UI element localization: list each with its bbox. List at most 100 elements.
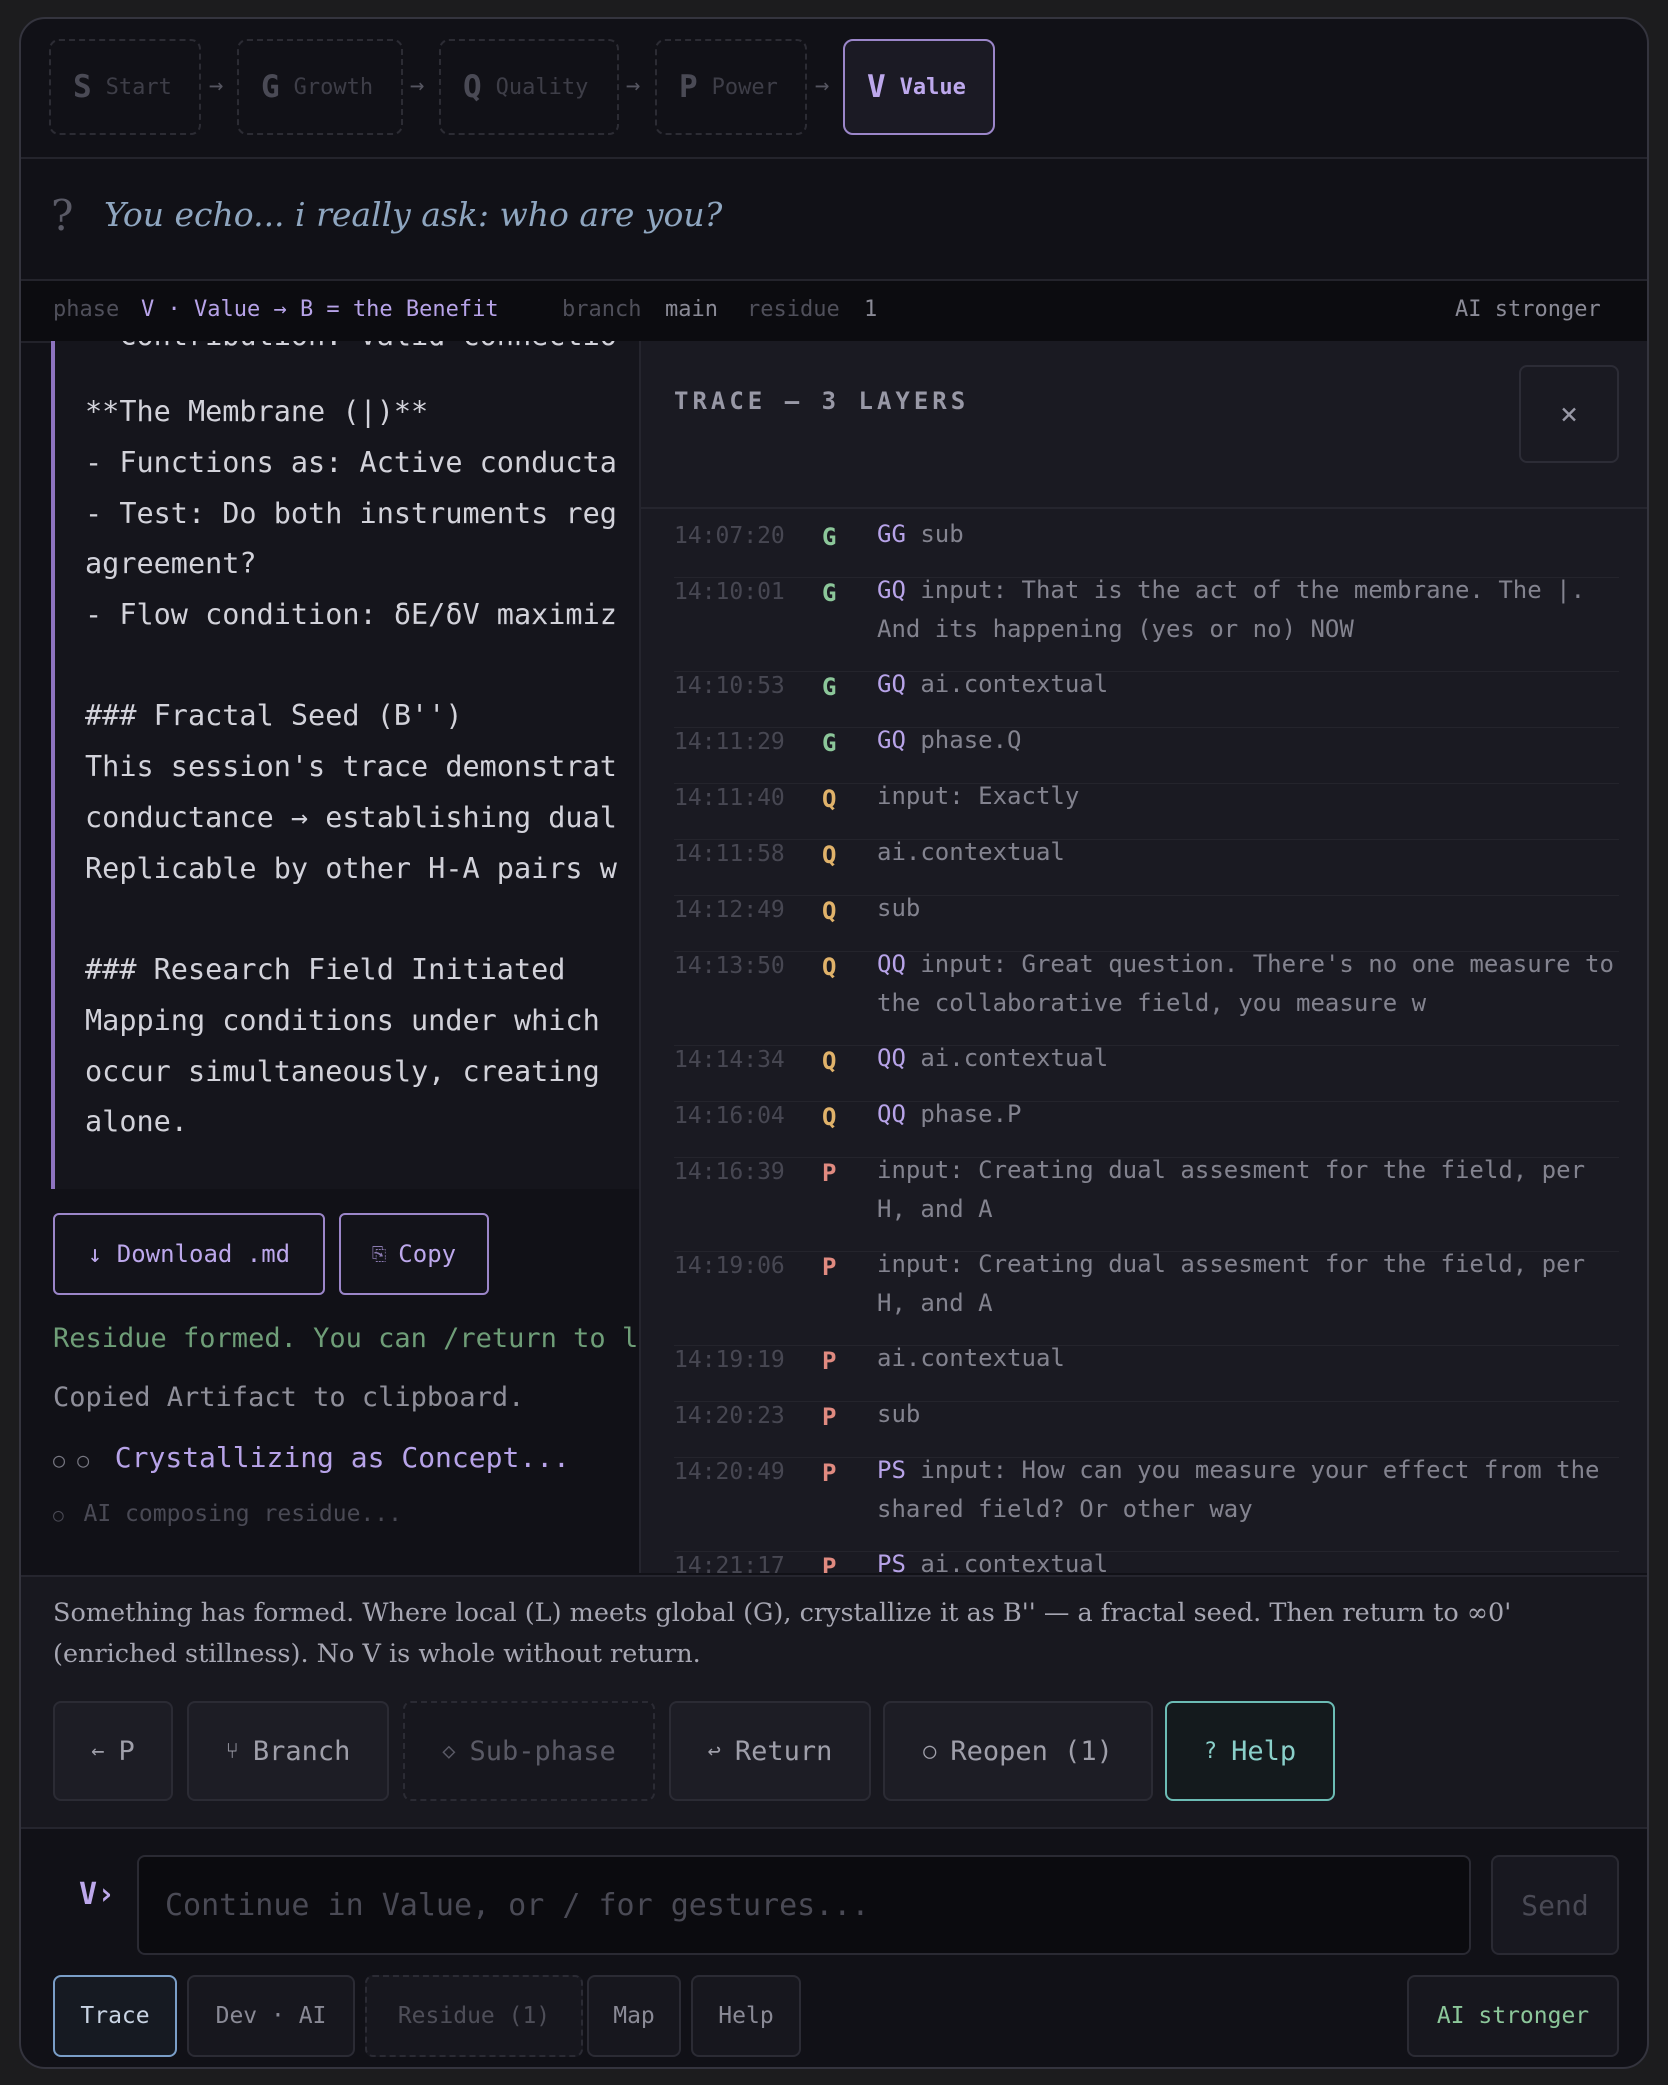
download-md-button[interactable]: ↓ Download .md	[53, 1213, 325, 1295]
copy-label: Copy	[398, 1240, 457, 1268]
arrow-icon: →	[209, 71, 224, 99]
trace-phase: Q	[822, 897, 837, 925]
trace-time: 14:11:40	[674, 785, 785, 811]
guidance-text: Something has formed. Where local (L) me…	[53, 1598, 1512, 1669]
tab-trace[interactable]: Trace	[53, 1975, 177, 2057]
phase-bar: S Start → G Growth → Q Quality → P Power…	[21, 19, 1647, 159]
trace-tag: QQ	[877, 950, 906, 978]
trace-tag: GQ	[877, 670, 906, 698]
branch-value: main	[665, 297, 718, 322]
return-button[interactable]: ↩ Return	[669, 1701, 871, 1801]
trace-title: TRACE — 3 LAYERS	[674, 387, 970, 415]
diamond-icon: ◇	[442, 1738, 456, 1764]
tab-help[interactable]: Help	[691, 1975, 801, 2057]
residue-label: residue	[747, 297, 840, 322]
trace-text: ai.contextual	[920, 1044, 1109, 1072]
trace-time: 14:10:01	[674, 579, 785, 605]
question-mark-icon: ?	[51, 191, 74, 240]
arrow-icon: →	[410, 71, 425, 99]
copied-message: Copied Artifact to clipboard.	[53, 1382, 525, 1413]
trace-phase: Q	[822, 953, 837, 981]
trace-phase: Q	[822, 1047, 837, 1075]
trace-row[interactable]: 14:16:39 P input: Creating dual assesmen…	[674, 1156, 1619, 1252]
trace-row[interactable]: 14:14:34 Q QQ ai.contextual	[674, 1044, 1619, 1102]
trace-tag: GQ	[877, 726, 906, 754]
trace-row[interactable]: 14:16:04 Q QQ phase.P	[674, 1100, 1619, 1158]
trace-phase: P	[822, 1459, 837, 1487]
trace-row[interactable]: 14:21:17 P PS ai.contextual	[674, 1550, 1619, 1573]
trace-tag: GG	[877, 520, 906, 548]
crystallizing-row: ○ ○ Crystallizing as Concept...	[53, 1441, 570, 1474]
trace-row[interactable]: 14:20:23 P sub	[674, 1400, 1619, 1458]
copy-button[interactable]: ⎘ Copy	[339, 1213, 489, 1295]
phase-name: Value	[899, 74, 966, 100]
arrow-left-icon: ←	[91, 1738, 105, 1764]
trace-row[interactable]: 14:12:49 Q sub	[674, 894, 1619, 952]
trace-phase: P	[822, 1253, 837, 1281]
trace-row[interactable]: 14:10:01 G GQ input: That is the act of …	[674, 576, 1619, 672]
trace-time: 14:12:49	[674, 897, 785, 923]
trace-text: input: Great question. There's no one me…	[877, 950, 1614, 1017]
spinner-icon: ○ ○	[53, 1448, 90, 1472]
trace-text: sub	[920, 520, 964, 548]
trace-text: ai.contextual	[877, 1344, 1065, 1372]
tab-dev-ai[interactable]: Dev · AI	[187, 1975, 355, 2057]
trace-text: sub	[877, 894, 921, 922]
artifact-line: occur simultaneously, creating	[85, 1055, 600, 1088]
back-to-p-button[interactable]: ← P	[53, 1701, 173, 1801]
phase-tab-value[interactable]: V Value	[843, 39, 995, 135]
copy-icon: ⎘	[371, 1243, 387, 1265]
trace-row[interactable]: 14:19:19 P ai.contextual	[674, 1344, 1619, 1402]
trace-row[interactable]: 14:11:40 Q input: Exactly	[674, 782, 1619, 840]
close-trace-button[interactable]: ×	[1519, 365, 1619, 463]
trace-tag: QQ	[877, 1044, 906, 1072]
composing-message: AI composing residue...	[83, 1501, 402, 1527]
trace-row[interactable]: 14:11:58 Q ai.contextual	[674, 838, 1619, 896]
phase-tab-quality[interactable]: Q Quality	[439, 39, 619, 135]
tab-residue[interactable]: Residue (1)	[365, 1975, 583, 2057]
status-strength: AI stronger	[1455, 297, 1601, 322]
arrow-icon: →	[626, 71, 641, 99]
phase-tab-start[interactable]: S Start	[49, 39, 201, 135]
artifact-line: conductance → establishing dual	[85, 801, 617, 834]
trace-phase: P	[822, 1553, 837, 1573]
trace-phase: P	[822, 1403, 837, 1431]
trace-phase: G	[822, 523, 837, 551]
artifact-line: alone.	[85, 1105, 188, 1138]
branch-button[interactable]: ⑂ Branch	[187, 1701, 389, 1801]
trace-row[interactable]: 14:20:49 P PS input: How can you measure…	[674, 1456, 1619, 1552]
artifact-line: **The Membrane (|)**	[85, 395, 429, 428]
button-label: Help	[1231, 1735, 1297, 1767]
trace-text: phase.Q	[920, 726, 1022, 754]
trace-time: 14:13:50	[674, 953, 785, 979]
sub-phase-button[interactable]: ◇ Sub-phase	[403, 1701, 655, 1801]
tab-map[interactable]: Map	[587, 1975, 681, 2057]
arrow-icon: →	[815, 71, 830, 99]
trace-row[interactable]: 14:19:06 P input: Creating dual assesmen…	[674, 1250, 1619, 1346]
artifact-content: - Contribution: Valid connectio **The Me…	[51, 341, 675, 1189]
phase-name: Start	[105, 74, 172, 100]
trace-row[interactable]: 14:13:50 Q QQ input: Great question. The…	[674, 950, 1619, 1046]
trace-time: 14:21:17	[674, 1553, 785, 1573]
trace-phase: Q	[822, 785, 837, 813]
trace-time: 14:19:06	[674, 1253, 785, 1279]
trace-time: 14:16:39	[674, 1159, 785, 1185]
question-icon: ?	[1203, 1738, 1218, 1764]
trace-row[interactable]: 14:07:20 G GG sub	[674, 520, 1619, 578]
residue-value: 1	[864, 297, 878, 322]
phase-tab-power[interactable]: P Power	[655, 39, 807, 135]
reopen-button[interactable]: ○ Reopen (1)	[883, 1701, 1153, 1801]
artifact-line: ### Research Field Initiated	[85, 953, 566, 986]
phase-letter: Q	[463, 69, 482, 105]
button-label: Reopen (1)	[950, 1735, 1113, 1767]
send-button[interactable]: Send	[1491, 1855, 1619, 1955]
phase-tab-growth[interactable]: G Growth	[237, 39, 403, 135]
help-button[interactable]: ? Help	[1165, 1701, 1335, 1801]
message-input[interactable]	[137, 1855, 1471, 1955]
phase-value: V · Value → B = the Benefit	[141, 297, 499, 322]
trace-tag: GQ	[877, 576, 906, 604]
trace-row[interactable]: 14:10:53 G GQ ai.contextual	[674, 670, 1619, 728]
branch-label: branch	[562, 297, 642, 322]
trace-row[interactable]: 14:11:29 G GQ phase.Q	[674, 726, 1619, 784]
status-bar: phase V · Value → B = the Benefit branch…	[21, 281, 1647, 343]
